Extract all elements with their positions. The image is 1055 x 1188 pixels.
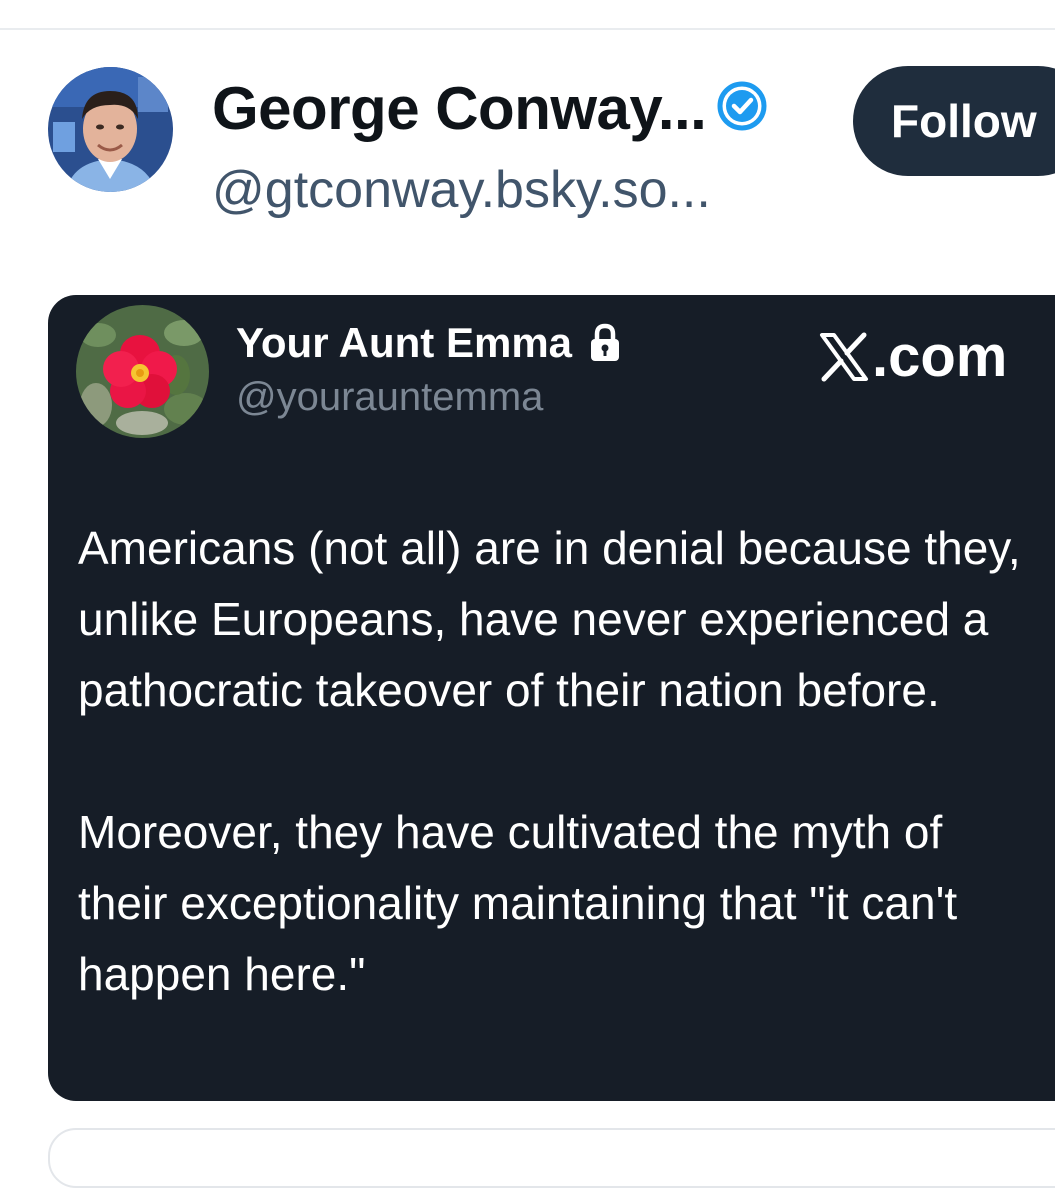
quoted-post-card[interactable]: Your Aunt Emma @yourauntemma .com Americ… [48, 295, 1055, 1101]
x-com-label: .com [872, 324, 1008, 389]
verified-check-icon [717, 81, 767, 130]
quoted-post-text: Americans (not all) are in denial becaus… [78, 513, 1038, 1010]
quoted-author-handle[interactable]: @yourauntemma [236, 375, 543, 420]
quoted-post-paragraph: Moreover, they have cultivated the myth … [78, 806, 958, 1000]
x-com-watermark: .com [818, 323, 1007, 390]
author-handle[interactable]: @gtconway.bsky.so... [212, 160, 711, 220]
author-avatar[interactable] [48, 67, 173, 192]
next-post-card [48, 1128, 1055, 1188]
quoted-post-paragraph: Americans (not all) are in denial becaus… [78, 522, 1021, 716]
quoted-author-name-row: Your Aunt Emma [236, 319, 622, 367]
author-display-name[interactable]: George Conway... [212, 74, 707, 143]
x-logo-icon [820, 332, 868, 381]
lock-icon [591, 323, 620, 361]
top-divider [0, 28, 1055, 30]
quoted-author-display-name[interactable]: Your Aunt Emma [236, 319, 572, 367]
quoted-author-avatar[interactable] [76, 305, 209, 438]
follow-button[interactable]: Follow [853, 66, 1055, 176]
author-name-row: George Conway... [212, 74, 768, 143]
